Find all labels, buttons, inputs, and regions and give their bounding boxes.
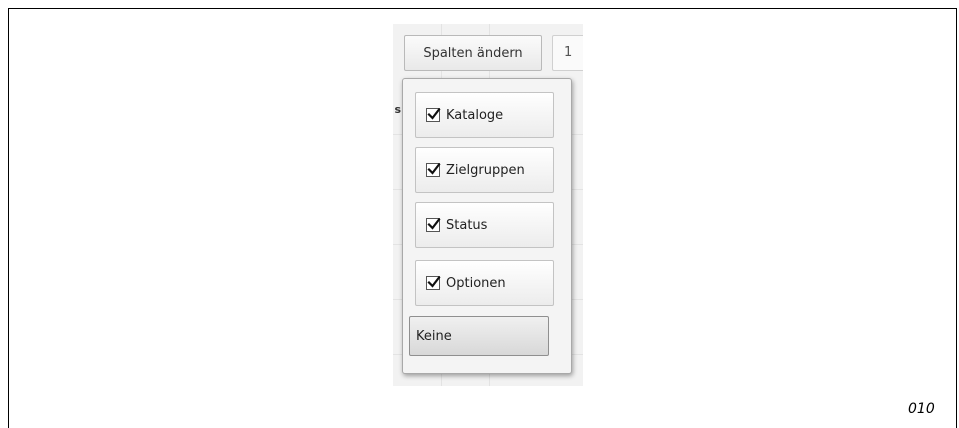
checkmark-icon [427,162,441,175]
column-option-zielgruppen[interactable]: Zielgruppen [415,147,554,193]
column-option-label: Kataloge [446,107,504,123]
column-chooser-popup: Kataloge Zielgruppen Status Optionen Kei… [402,78,572,374]
pager-page-button[interactable]: 1 [552,35,583,71]
checkbox[interactable] [426,217,441,232]
column-option-label: Status [446,217,488,233]
column-option-kataloge[interactable]: Kataloge [415,92,554,138]
select-none-button[interactable]: Keine [409,316,549,356]
column-chooser-screenshot: Spalten ändern 1 s Kataloge Zielgruppen … [393,24,583,386]
column-option-status[interactable]: Status [415,202,554,248]
checkmark-icon [427,275,441,288]
checkbox[interactable] [426,107,441,122]
page-number: 010 [908,401,935,417]
column-header-fragment: s [394,103,401,116]
change-columns-button[interactable]: Spalten ändern [404,35,542,71]
checkmark-icon [427,107,441,120]
checkbox[interactable] [426,275,441,290]
column-option-label: Optionen [446,275,506,291]
checkmark-icon [427,217,441,230]
column-option-optionen[interactable]: Optionen [415,260,554,306]
checkbox[interactable] [426,162,441,177]
column-option-label: Zielgruppen [446,162,525,178]
